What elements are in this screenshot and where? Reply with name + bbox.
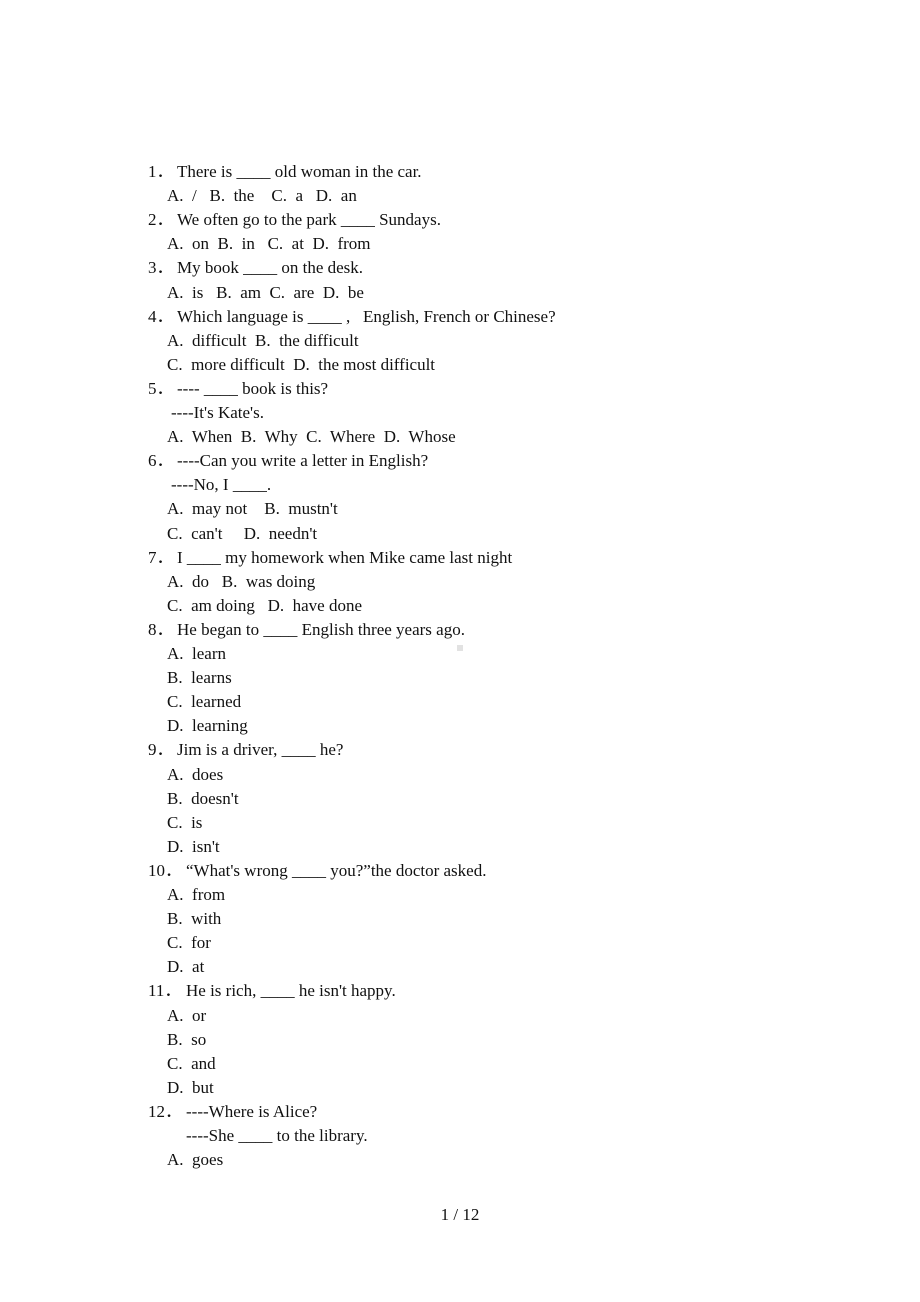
question-stem: He began to ____ English three years ago…	[177, 619, 465, 639]
answer-options: C. am doing D. have done	[167, 595, 362, 615]
answer-options: A. / B. the C. a D. an	[167, 186, 357, 206]
question-stem: I ____ my homework when Mike came last n…	[177, 547, 513, 567]
question-stem: Jim is a driver, ____ he?	[177, 740, 344, 760]
question-number: 6．	[148, 451, 174, 471]
question-number: 7．	[148, 547, 174, 567]
answer-options: C. more difficult D. the most difficult	[167, 354, 436, 374]
question-stem: My book ____ on the desk.	[177, 258, 364, 278]
answer-options: C. learned	[167, 692, 242, 712]
question-stem: ---- ____ book is this?	[177, 378, 329, 398]
answer-options: A. do B. was doing	[167, 571, 316, 591]
question-stem-continuation: ----It's Kate's.	[171, 403, 264, 422]
answer-options: B. learns	[167, 668, 232, 688]
question-number: 8．	[148, 619, 174, 639]
question-stem: We often go to the park ____ Sundays.	[177, 210, 441, 230]
scan-artifact	[457, 645, 463, 651]
document-page: 1． There is ____ old woman in the car. A. …	[0, 0, 920, 1302]
answer-options: A. may not B. mustn't	[167, 499, 338, 519]
answer-options: A. learn	[167, 644, 227, 663]
answer-options: C. is	[167, 812, 203, 832]
answer-options: A. difficult B. the difficult	[167, 330, 359, 350]
question-number: 4．	[148, 306, 174, 326]
answer-options: A. or	[167, 1005, 207, 1025]
answer-options: B. doesn't	[167, 788, 239, 808]
answer-options: B. so	[167, 1029, 207, 1049]
page-number: 1 / 12	[440, 1205, 480, 1224]
question-number: 5．	[148, 378, 174, 398]
question-stem: There is ____ old woman in the car.	[177, 162, 422, 181]
answer-options: D. isn't	[167, 836, 220, 856]
question-number: 10．	[148, 860, 182, 880]
question-number: 2．	[148, 210, 174, 230]
answer-options: C. and	[167, 1053, 216, 1073]
answer-options: D. learning	[167, 716, 248, 736]
answer-options: B. with	[167, 909, 222, 929]
question-stem: He is rich, ____ he isn't happy.	[186, 981, 396, 1001]
answer-options: C. can't D. needn't	[167, 523, 318, 543]
question-number: 9．	[148, 740, 174, 760]
question-number: 3．	[148, 258, 174, 278]
question-stem: ----Can you write a letter in English?	[177, 451, 429, 471]
answer-options: A. does	[167, 764, 224, 784]
answer-options: A. goes	[167, 1150, 224, 1170]
answer-options: D. at	[167, 957, 205, 977]
answer-options: A. from	[167, 885, 226, 904]
question-stem: ----Where is Alice?	[186, 1101, 318, 1121]
answer-options: A. on B. in C. at D. from	[167, 234, 371, 254]
question-stem: “What's wrong ____ you?”the doctor asked…	[186, 860, 487, 880]
answer-options: A. is B. am C. are D. be	[167, 282, 364, 302]
answer-options: D. but	[167, 1077, 214, 1097]
question-number: 1．	[148, 162, 174, 181]
question-number: 12．	[148, 1101, 182, 1121]
question-stem-continuation: ----No, I ____.	[171, 475, 272, 495]
question-stem-continuation: ----She ____ to the library.	[186, 1126, 368, 1145]
question-stem: Which language is ____ , English, French…	[177, 306, 556, 326]
answer-options: A. When B. Why C. Where D. Whose	[167, 427, 456, 447]
question-number: 11．	[148, 981, 182, 1001]
answer-options: C. for	[167, 933, 211, 953]
